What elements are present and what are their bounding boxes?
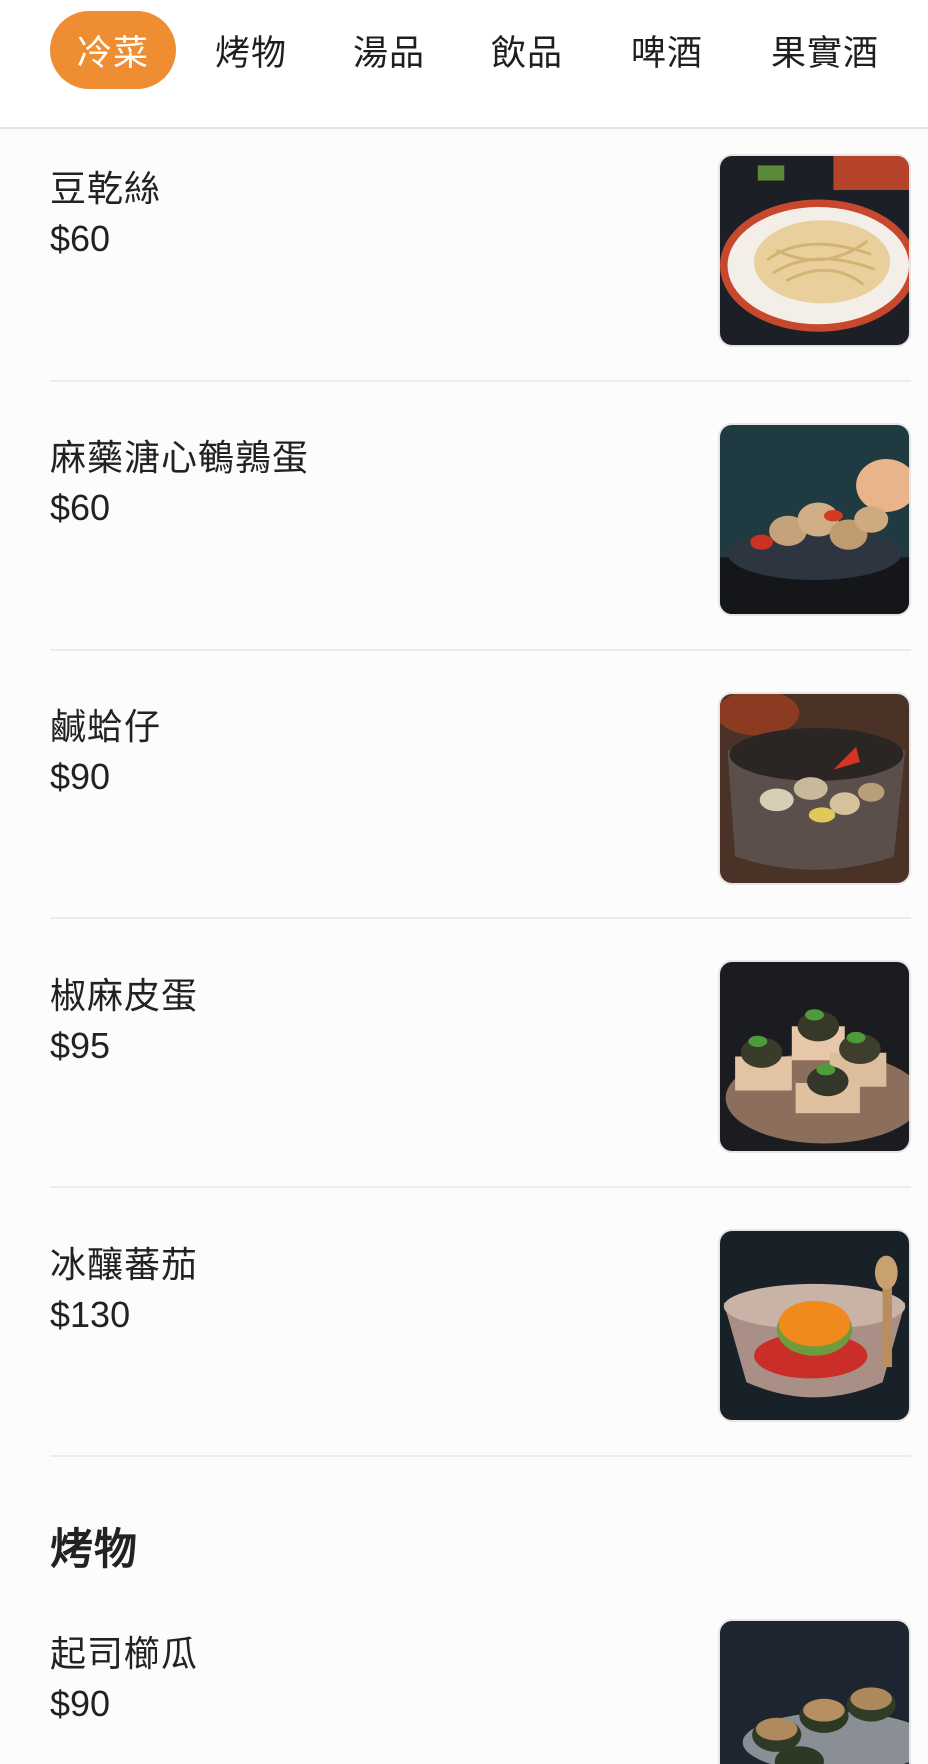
dried-tofu-strips-photo — [718, 154, 911, 347]
item-name: 起司櫛瓜 — [50, 1634, 199, 1675]
divider — [50, 649, 911, 651]
item-price: $90 — [50, 1683, 111, 1724]
tab-drinks[interactable]: 飲品 — [474, 11, 580, 89]
tab-grilled[interactable]: 烤物 — [198, 11, 304, 89]
spicy-century-egg-photo — [718, 960, 911, 1153]
item-name: 冰釀蕃茄 — [50, 1245, 199, 1286]
salted-clams-photo — [718, 692, 911, 885]
tab-cold-dishes[interactable]: 冷菜 — [50, 11, 176, 89]
tab-soups[interactable]: 湯品 — [336, 11, 442, 89]
tab-label: 湯品 — [352, 33, 425, 74]
tab-label: 飲品 — [490, 33, 563, 74]
divider — [50, 917, 911, 919]
category-tab-bar: 冷菜 烤物 湯品 飲品 啤酒 果實酒 — [0, 0, 928, 129]
tab-label: 冷菜 — [76, 33, 149, 74]
tab-label: 果實酒 — [770, 33, 879, 74]
item-price: $60 — [50, 218, 111, 259]
item-name: 鹹蛤仔 — [50, 707, 162, 748]
item-name: 椒麻皮蛋 — [50, 976, 199, 1017]
divider — [50, 1186, 911, 1188]
cheese-zucchini-photo — [718, 1619, 911, 1764]
item-price: $60 — [50, 487, 111, 528]
item-price: $130 — [50, 1294, 131, 1335]
tab-beer[interactable]: 啤酒 — [614, 11, 720, 89]
marinated-quail-eggs-photo — [718, 423, 911, 616]
tab-fruit-wine[interactable]: 果實酒 — [752, 11, 898, 89]
item-name: 豆乾絲 — [50, 169, 162, 210]
tab-label: 啤酒 — [630, 33, 703, 74]
divider — [50, 380, 911, 382]
tab-label: 烤物 — [214, 33, 287, 74]
menu-page: 冷菜 烤物 湯品 飲品 啤酒 果實酒 豆乾絲 $60 麻藥溏心鵪鶉蛋 $60 鹹… — [0, 0, 928, 1764]
item-price: $90 — [50, 756, 111, 797]
chilled-tomato-photo — [718, 1229, 911, 1422]
item-price: $95 — [50, 1025, 111, 1066]
divider — [50, 1455, 911, 1457]
section-heading-grilled: 烤物 — [50, 1525, 138, 1575]
item-name: 麻藥溏心鵪鶉蛋 — [50, 438, 310, 479]
